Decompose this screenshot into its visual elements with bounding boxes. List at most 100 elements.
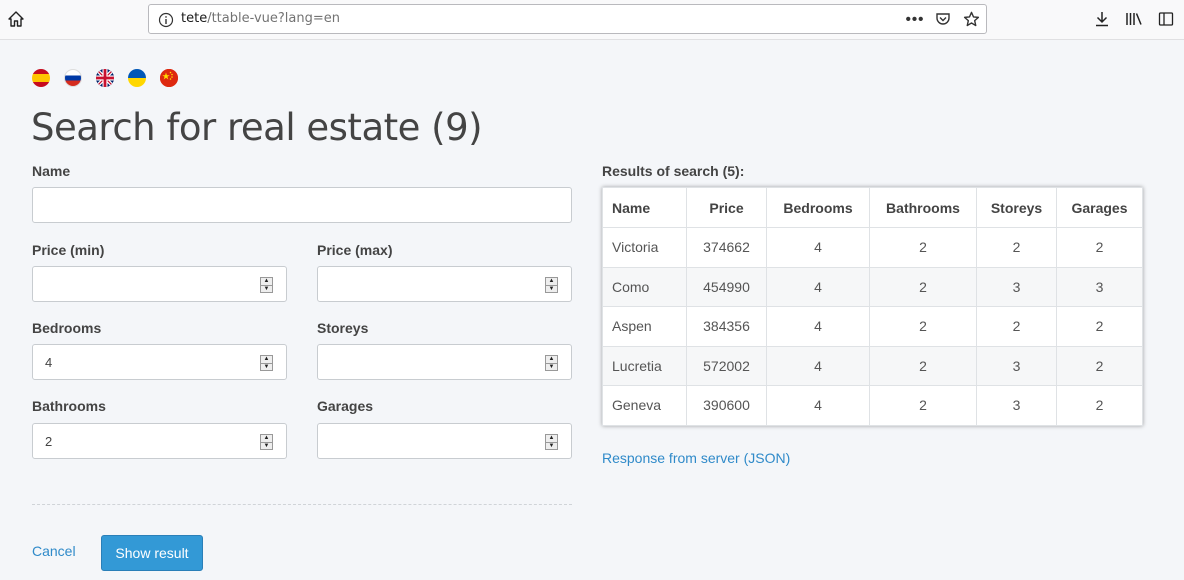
page-actions-icon[interactable]: ••• [906, 10, 924, 28]
spinner-down-icon[interactable]: ▼ [546, 443, 557, 450]
bathrooms-label: Bathrooms [32, 398, 106, 414]
bookmark-star-icon[interactable] [962, 10, 980, 28]
price-max-spinner[interactable]: ▲ ▼ [545, 277, 558, 293]
cell-price: 374662 [686, 227, 767, 268]
url-actions: ••• [906, 10, 980, 28]
spinner-down-icon[interactable]: ▼ [261, 286, 272, 293]
price-max-label: Price (max) [317, 242, 393, 258]
cell-bathrooms: 2 [869, 227, 977, 268]
price-max-input[interactable]: ▲ ▼ [317, 266, 572, 302]
bedrooms-value: 4 [45, 355, 53, 370]
russia-flag-icon[interactable] [64, 69, 82, 87]
cell-name: Geneva [602, 385, 687, 426]
bedrooms-input[interactable]: 4 ▲ ▼ [32, 344, 287, 380]
spinner-up-icon[interactable]: ▲ [261, 435, 272, 443]
bedrooms-spinner[interactable]: ▲ ▼ [260, 355, 273, 371]
cell-bedrooms: 4 [766, 227, 870, 268]
price-min-label: Price (min) [32, 242, 105, 258]
cell-garages: 2 [1056, 227, 1143, 268]
cell-bathrooms: 2 [869, 345, 977, 386]
cell-bedrooms: 4 [766, 306, 870, 347]
uk-flag-icon[interactable] [96, 69, 114, 87]
storeys-spinner[interactable]: ▲ ▼ [545, 355, 558, 371]
cell-storeys: 3 [976, 385, 1057, 426]
cancel-link[interactable]: Cancel [32, 543, 76, 559]
cell-name: Aspen [602, 306, 687, 347]
table-row: Lucretia 572002 4 2 3 2 [602, 345, 1143, 386]
spinner-up-icon[interactable]: ▲ [546, 278, 557, 286]
cell-storeys: 2 [976, 306, 1057, 347]
url-bar[interactable]: tete/ttable-vue?lang=en ••• [148, 4, 987, 34]
china-flag-icon[interactable] [160, 69, 178, 87]
table-row: Geneva 390600 4 2 3 2 [602, 385, 1143, 426]
spinner-down-icon[interactable]: ▼ [546, 364, 557, 371]
column-header-price[interactable]: Price [686, 187, 767, 228]
sidebar-icon[interactable] [1156, 9, 1176, 29]
cell-bedrooms: 4 [766, 345, 870, 386]
url-host: tete [181, 11, 208, 26]
cell-garages: 2 [1056, 385, 1143, 426]
price-min-spinner[interactable]: ▲ ▼ [260, 277, 273, 293]
language-selector [32, 69, 178, 87]
column-header-name[interactable]: Name [602, 187, 687, 228]
cell-storeys: 3 [976, 266, 1057, 307]
pocket-icon[interactable] [934, 10, 952, 28]
cell-garages: 2 [1056, 345, 1143, 386]
browser-toolbar: tete/ttable-vue?lang=en ••• [0, 0, 1184, 40]
spinner-up-icon[interactable]: ▲ [261, 278, 272, 286]
cell-bathrooms: 2 [869, 266, 977, 307]
storeys-input[interactable]: ▲ ▼ [317, 344, 572, 380]
table-row: Aspen 384356 4 2 2 2 [602, 306, 1143, 347]
bathrooms-spinner[interactable]: ▲ ▼ [260, 434, 273, 450]
json-response-link[interactable]: Response from server (JSON) [602, 450, 790, 466]
bathrooms-input[interactable]: 2 ▲ ▼ [32, 423, 287, 459]
ukraine-flag-icon[interactable] [128, 69, 146, 87]
name-label: Name [32, 163, 71, 179]
spinner-down-icon[interactable]: ▼ [261, 364, 272, 371]
spinner-up-icon[interactable]: ▲ [546, 356, 557, 364]
storeys-label: Storeys [317, 320, 369, 336]
download-icon[interactable] [1092, 9, 1112, 29]
cell-name: Victoria [602, 227, 687, 268]
cell-bathrooms: 2 [869, 306, 977, 347]
spinner-up-icon[interactable]: ▲ [546, 435, 557, 443]
url-text[interactable]: tete/ttable-vue?lang=en [181, 11, 340, 26]
cell-price: 454990 [686, 266, 767, 307]
cell-name: Lucretia [602, 345, 687, 386]
page-title: Search for real estate (9) [31, 106, 483, 149]
results-label: Results of search (5): [602, 163, 745, 179]
bathrooms-value: 2 [45, 434, 53, 449]
garages-label: Garages [317, 398, 374, 414]
cell-price: 390600 [686, 385, 767, 426]
garages-input[interactable]: ▲ ▼ [317, 423, 572, 459]
column-header-garages[interactable]: Garages [1056, 187, 1143, 228]
name-input[interactable] [32, 187, 572, 223]
info-icon[interactable] [158, 12, 174, 28]
column-header-storeys[interactable]: Storeys [976, 187, 1057, 228]
cell-storeys: 2 [976, 227, 1057, 268]
cell-price: 572002 [686, 345, 767, 386]
cell-bathrooms: 2 [869, 385, 977, 426]
spain-flag-icon[interactable] [32, 69, 50, 87]
spinner-down-icon[interactable]: ▼ [546, 286, 557, 293]
cell-bedrooms: 4 [766, 266, 870, 307]
spinner-down-icon[interactable]: ▼ [261, 443, 272, 450]
price-min-input[interactable]: ▲ ▼ [32, 266, 287, 302]
results-table: Name Price Bedrooms Bathrooms Storeys Ga… [602, 187, 1143, 426]
column-header-bathrooms[interactable]: Bathrooms [869, 187, 977, 228]
cell-name: Como [602, 266, 687, 307]
show-result-button[interactable]: Show result [101, 535, 203, 571]
cell-garages: 3 [1056, 266, 1143, 307]
url-path: /ttable-vue?lang=en [207, 11, 340, 26]
library-icon[interactable] [1124, 9, 1144, 29]
column-header-bedrooms[interactable]: Bedrooms [766, 187, 870, 228]
browser-tools [1092, 9, 1176, 29]
cell-price: 384356 [686, 306, 767, 347]
table-row: Como 454990 4 2 3 3 [602, 266, 1143, 307]
home-icon[interactable] [4, 8, 28, 30]
table-header-row: Name Price Bedrooms Bathrooms Storeys Ga… [602, 187, 1143, 228]
garages-spinner[interactable]: ▲ ▼ [545, 434, 558, 450]
spinner-up-icon[interactable]: ▲ [261, 356, 272, 364]
table-row: Victoria 374662 4 2 2 2 [602, 227, 1143, 268]
cell-bedrooms: 4 [766, 385, 870, 426]
